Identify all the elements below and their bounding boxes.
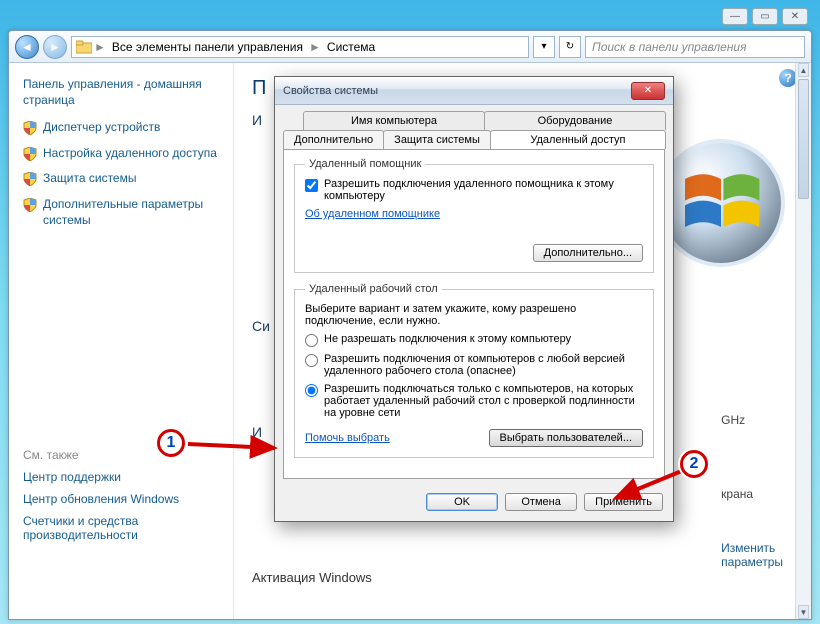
sidebar-item-label: Диспетчер устройств [43, 120, 160, 136]
about-assistant-link[interactable]: Об удаленном помощнике [305, 208, 440, 220]
seealso-perf-counters[interactable]: Счетчики и средства производительности [23, 514, 227, 542]
dialog-tabs: Имя компьютера Оборудование Дополнительн… [283, 111, 665, 149]
rdp-instructions: Выберите вариант и затем укажите, кому р… [305, 303, 643, 327]
windows-logo-icon [661, 143, 781, 263]
nav-forward-button[interactable]: ► [43, 35, 67, 59]
cancel-button[interactable]: Отмена [505, 493, 577, 511]
crumb-system[interactable]: Система [323, 40, 379, 54]
annotation-marker-2: 2 [680, 450, 708, 478]
assistant-advanced-button[interactable]: Дополнительно... [533, 244, 643, 262]
rdp-option-none[interactable]: Не разрешать подключения к этому компьют… [305, 333, 643, 347]
crumb-control-panel[interactable]: Все элементы панели управления [108, 40, 307, 54]
radio-input[interactable] [305, 354, 318, 367]
rdp-option-any[interactable]: Разрешить подключения от компьютеров с л… [305, 353, 643, 377]
refresh-button[interactable]: ↻ [559, 36, 581, 58]
sidebar: Панель управления - домашняя страница Ди… [9, 63, 234, 619]
annotation-arrow-icon [610, 466, 690, 506]
sidebar-item-device-manager[interactable]: Диспетчер устройств [23, 120, 227, 136]
rdp-option-nla[interactable]: Разрешить подключаться только с компьюте… [305, 383, 643, 419]
address-bar: ◄ ► ► Все элементы панели управления ► С… [9, 31, 811, 63]
annotation-arrow-icon [186, 434, 286, 464]
remote-desktop-group: Удаленный рабочий стол Выберите вариант … [294, 283, 654, 458]
seealso-windows-update[interactable]: Центр обновления Windows [23, 492, 227, 506]
radio-input[interactable] [305, 384, 318, 397]
dialog-title: Свойства системы [283, 85, 378, 97]
sidebar-item-label: Настройка удаленного доступа [43, 146, 217, 162]
select-users-button[interactable]: Выбрать пользователей... [489, 429, 644, 447]
radio-label: Разрешить подключения от компьютеров с л… [324, 353, 643, 377]
system-properties-dialog: Свойства системы ✕ Имя компьютера Оборуд… [274, 76, 674, 522]
crumb-sep-icon: ► [309, 40, 321, 54]
annotation-marker-1: 1 [157, 429, 185, 457]
scroll-up-arrow-icon[interactable]: ▲ [798, 63, 809, 77]
change-settings-link[interactable]: Изменить [721, 541, 775, 555]
radio-label: Не разрешать подключения к этому компьют… [324, 333, 571, 345]
sidebar-item-system-protection[interactable]: Защита системы [23, 171, 227, 187]
help-choose-link[interactable]: Помочь выбрать [305, 432, 390, 444]
scroll-down-arrow-icon[interactable]: ▼ [798, 605, 809, 619]
sidebar-item-label: Защита системы [43, 171, 136, 187]
folder-icon [76, 40, 92, 54]
nav-back-button[interactable]: ◄ [15, 35, 39, 59]
change-settings-link[interactable]: параметры [721, 555, 783, 569]
seealso-support-center[interactable]: Центр поддержки [23, 470, 227, 484]
checkbox-label: Разрешить подключения удаленного помощни… [324, 178, 643, 202]
scrollbar-thumb[interactable] [798, 79, 809, 199]
ok-button[interactable]: OK [426, 493, 498, 511]
window-caption-buttons: — ▭ ✕ [722, 8, 808, 25]
remote-assistant-group: Удаленный помощник Разрешить подключения… [294, 158, 654, 273]
activation-heading: Активация Windows [252, 570, 793, 585]
allow-assistant-checkbox[interactable]: Разрешить подключения удаленного помощни… [305, 178, 643, 202]
tab-system-protection[interactable]: Защита системы [383, 130, 491, 149]
radio-label: Разрешить подключаться только с компьюте… [324, 383, 643, 419]
tab-content: Удаленный помощник Разрешить подключения… [283, 149, 665, 479]
group-legend: Удаленный помощник [305, 158, 425, 170]
sidebar-item-label: Дополнительные параметры системы [43, 197, 227, 228]
tab-computer-name[interactable]: Имя компьютера [303, 111, 485, 130]
tab-hardware[interactable]: Оборудование [484, 111, 666, 130]
maximize-button[interactable]: ▭ [752, 8, 778, 25]
close-button[interactable]: ✕ [782, 8, 808, 25]
shield-icon [23, 147, 37, 161]
sidebar-home-link[interactable]: Панель управления - домашняя страница [23, 77, 227, 108]
shield-icon [23, 198, 37, 212]
minimize-button[interactable]: — [722, 8, 748, 25]
checkbox-input[interactable] [305, 179, 318, 192]
sidebar-item-remote-settings[interactable]: Настройка удаленного доступа [23, 146, 227, 162]
sidebar-item-advanced-settings[interactable]: Дополнительные параметры системы [23, 197, 227, 228]
shield-icon [23, 121, 37, 135]
dialog-close-button[interactable]: ✕ [631, 82, 665, 100]
radio-input[interactable] [305, 334, 318, 347]
dialog-titlebar[interactable]: Свойства системы ✕ [275, 77, 673, 105]
search-input[interactable]: Поиск в панели управления [585, 36, 805, 58]
group-legend: Удаленный рабочий стол [305, 283, 442, 295]
crumb-sep-icon: ► [94, 40, 106, 54]
shield-icon [23, 172, 37, 186]
tab-advanced[interactable]: Дополнительно [283, 130, 384, 149]
right-text-fragment: GHz крана Изменить параметры [721, 413, 783, 569]
scrollbar[interactable]: ▲ ▼ [795, 63, 811, 619]
address-dropdown-button[interactable]: ▾ [533, 36, 555, 58]
tab-remote[interactable]: Удаленный доступ [490, 130, 666, 149]
breadcrumb[interactable]: ► Все элементы панели управления ► Систе… [71, 36, 529, 58]
